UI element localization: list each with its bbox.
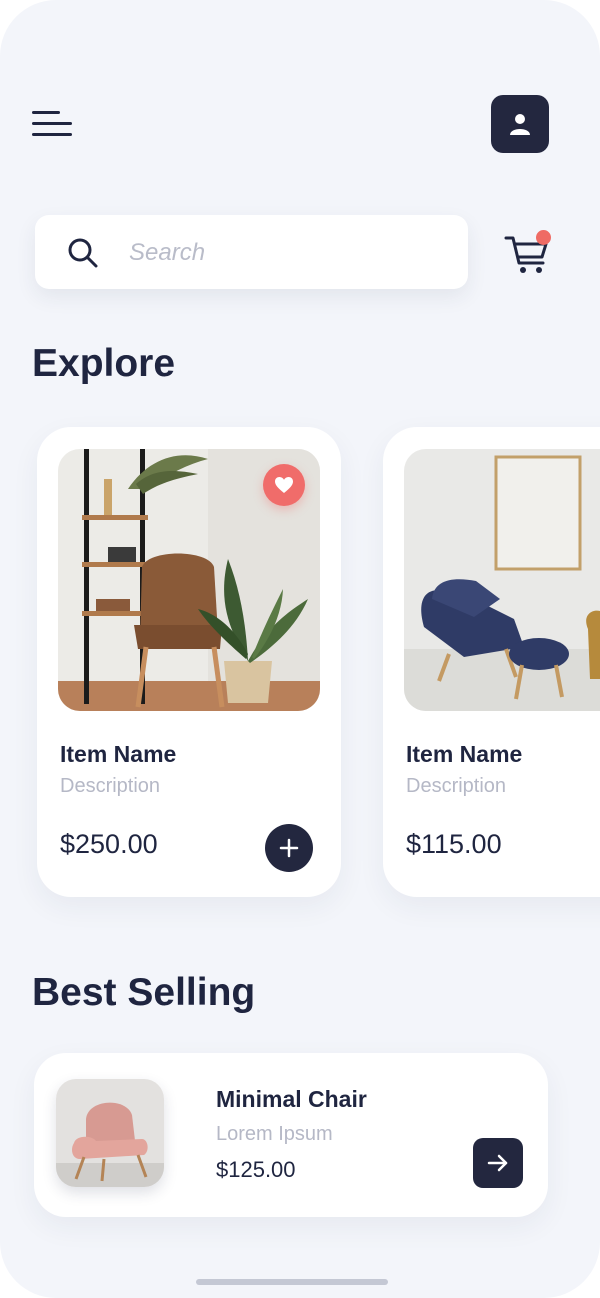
product-image <box>404 449 600 711</box>
best-selling-title: Best Selling <box>32 971 256 1014</box>
product-thumbnail <box>56 1079 164 1187</box>
item-description: Description <box>60 775 161 797</box>
search-bar <box>35 215 468 289</box>
item-price: $115.00 <box>406 829 502 859</box>
cart-notification-dot <box>536 230 551 245</box>
item-name: Item Name <box>60 741 177 767</box>
favorite-button[interactable] <box>263 464 305 506</box>
plus-icon <box>279 838 299 858</box>
item-description: Description <box>406 775 507 797</box>
add-to-cart-button[interactable] <box>265 824 313 872</box>
user-icon <box>510 114 530 135</box>
arrow-right-icon <box>487 1154 508 1172</box>
hamburger-menu-icon[interactable] <box>32 108 74 140</box>
heart-icon <box>275 477 293 493</box>
search-input[interactable] <box>127 233 451 273</box>
best-item-price: $125.00 <box>216 1157 296 1182</box>
best-selling-item[interactable]: Minimal Chair Lorem Ipsum $125.00 <box>34 1053 548 1217</box>
best-item-subtitle: Lorem Ipsum <box>216 1123 333 1145</box>
profile-button[interactable] <box>491 95 549 153</box>
search-icon <box>68 238 98 268</box>
best-item-name: Minimal Chair <box>216 1086 367 1112</box>
view-item-button[interactable] <box>473 1138 523 1188</box>
explore-title: Explore <box>32 342 176 385</box>
app-screen: Explore <box>0 0 600 1298</box>
item-price: $250.00 <box>60 829 158 859</box>
product-card[interactable]: Item Name Description $115.00 <box>383 427 600 897</box>
item-name: Item Name <box>406 741 523 767</box>
home-indicator[interactable] <box>196 1279 388 1285</box>
